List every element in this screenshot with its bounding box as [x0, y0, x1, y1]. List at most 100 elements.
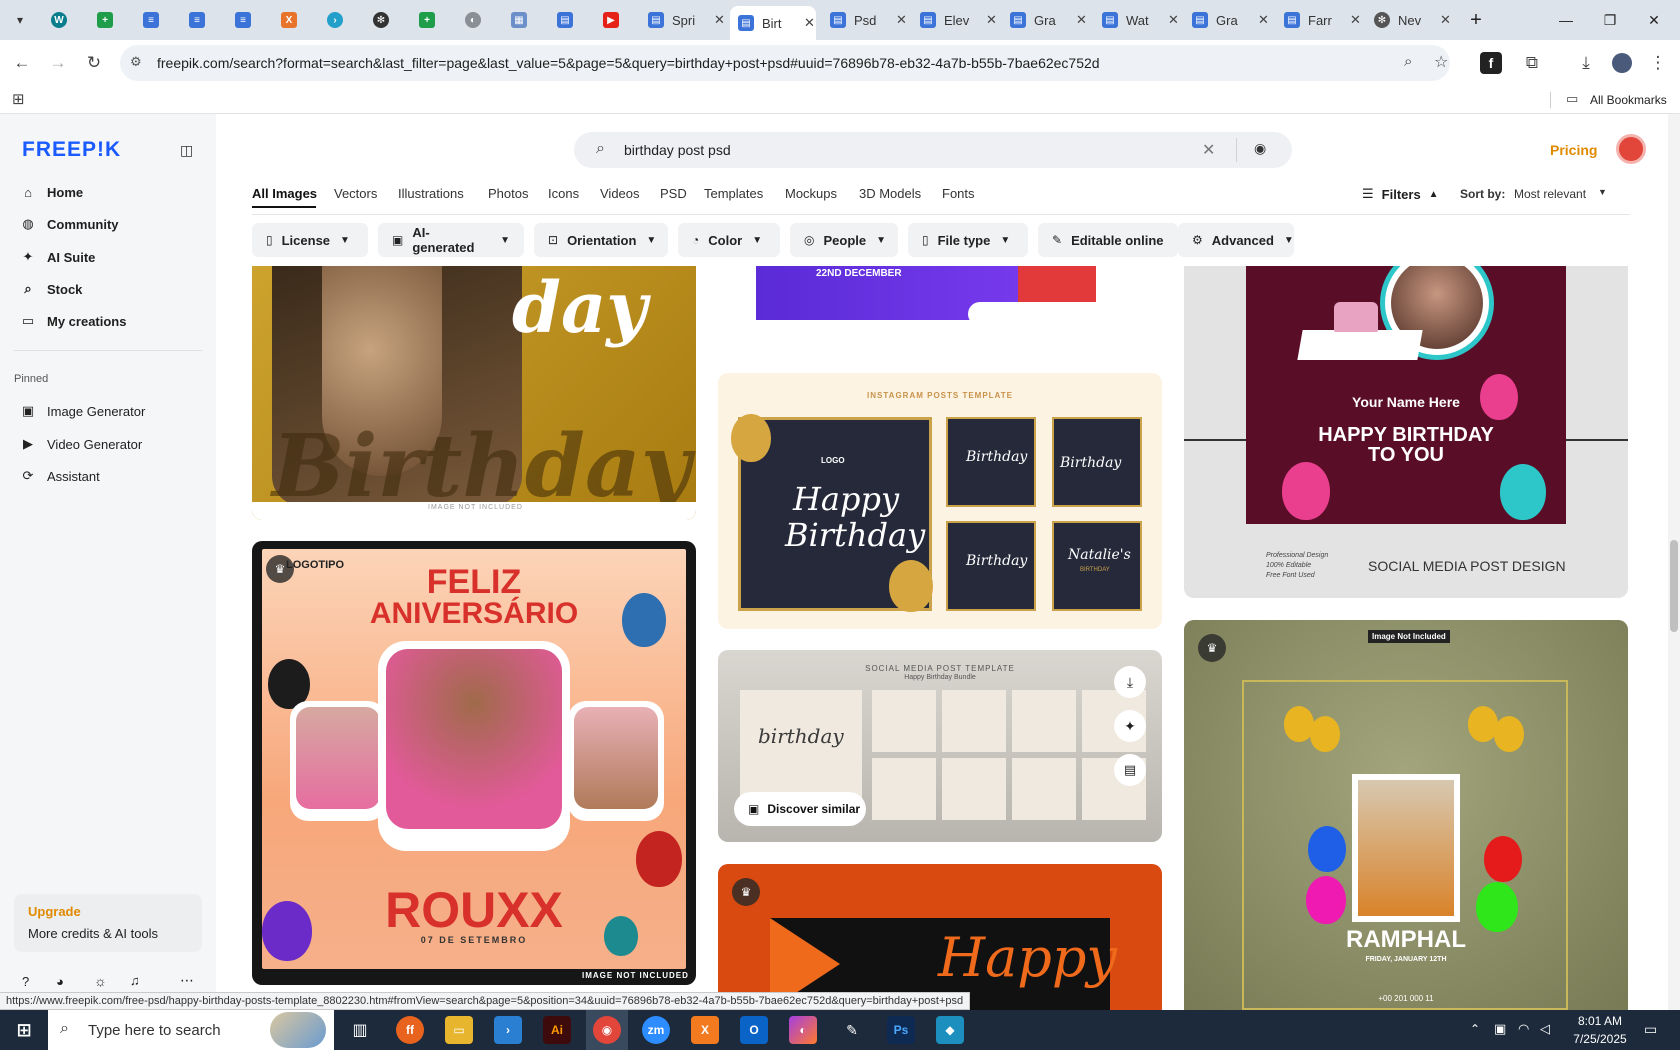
- pinned-tab[interactable]: ▤: [548, 8, 582, 32]
- close-icon[interactable]: ✕: [1350, 12, 1361, 28]
- site-info-icon[interactable]: ⚙: [130, 54, 142, 70]
- upgrade-card[interactable]: Upgrade More credits & AI tools: [14, 894, 202, 952]
- pinned-tab[interactable]: ✻: [364, 8, 398, 32]
- close-icon[interactable]: ✕: [1440, 12, 1451, 28]
- search-input[interactable]: birthday post psd: [624, 142, 731, 158]
- close-icon[interactable]: ✕: [1258, 12, 1269, 28]
- tab-all-images[interactable]: All Images: [252, 186, 317, 201]
- pinned-tab[interactable]: ◐: [456, 8, 490, 32]
- notification-icon[interactable]: ▭: [1644, 1021, 1657, 1038]
- tab-vectors[interactable]: Vectors: [334, 186, 377, 201]
- download-icon[interactable]: ⤓: [1114, 666, 1146, 698]
- restore-icon[interactable]: ❐: [1590, 6, 1630, 34]
- filters-toggle[interactable]: ☰ Filters ▲: [1362, 186, 1439, 202]
- extensions-puzzle-icon[interactable]: ⧉: [1518, 49, 1546, 77]
- chrome-icon[interactable]: ◉: [593, 1016, 621, 1044]
- address-bar[interactable]: ⚙ freepik.com/search?format=search&last_…: [120, 45, 1450, 81]
- scrollbar-thumb[interactable]: [1670, 540, 1678, 632]
- tab[interactable]: ▤ Wat ✕: [1094, 6, 1179, 34]
- pricing-link[interactable]: Pricing: [1550, 142, 1597, 158]
- pinned-tab[interactable]: ≡: [134, 8, 168, 32]
- profile-avatar-icon[interactable]: [1608, 49, 1636, 77]
- close-icon[interactable]: ✕: [896, 12, 907, 28]
- tab-3d-models[interactable]: 3D Models: [859, 186, 921, 201]
- zoom-app-icon[interactable]: zm: [642, 1016, 670, 1044]
- all-bookmarks-link[interactable]: All Bookmarks: [1590, 93, 1667, 107]
- discover-similar-button[interactable]: ▣ Discover similar: [734, 792, 866, 826]
- close-icon[interactable]: ✕: [804, 15, 815, 31]
- wifi-icon[interactable]: ◠: [1518, 1021, 1529, 1037]
- result-card[interactable]: Your Name Here HAPPY BIRTHDAY TO YOU Pro…: [1184, 266, 1628, 598]
- pinned-tab[interactable]: +: [88, 8, 122, 32]
- filter-orientation[interactable]: ⊡ Orientation ▼: [534, 223, 668, 257]
- camera-search-icon[interactable]: ◉: [1254, 140, 1266, 157]
- sidebar-item-image-generator[interactable]: ▣ Image Generator: [20, 397, 145, 425]
- pinned-tab[interactable]: ›: [318, 8, 352, 32]
- volume-icon[interactable]: ◁: [1540, 1021, 1550, 1037]
- tab-psd[interactable]: PSD: [660, 186, 687, 201]
- sidebar-item-video-generator[interactable]: ▶ Video Generator: [20, 430, 142, 458]
- tab[interactable]: ▤ Spri ✕: [640, 6, 725, 34]
- tab[interactable]: ▤ Gra ✕: [1184, 6, 1269, 34]
- clear-search-icon[interactable]: ✕: [1202, 140, 1215, 160]
- tab-videos[interactable]: Videos: [600, 186, 640, 201]
- sidebar-item-community[interactable]: ◍ Community: [20, 210, 118, 238]
- pinned-tab[interactable]: +: [410, 8, 444, 32]
- sidebar-item-stock[interactable]: ⌕ Stock: [20, 275, 82, 303]
- pinned-tab[interactable]: ▦: [502, 8, 536, 32]
- pinned-tab[interactable]: ≡: [180, 8, 214, 32]
- ai-edit-sparkle-icon[interactable]: ✦: [1114, 710, 1146, 742]
- sidebar-collapse-icon[interactable]: ◫: [180, 142, 193, 159]
- tab-active[interactable]: ▤ Birt ✕: [730, 6, 816, 40]
- freepik-logo[interactable]: FREEP!K: [22, 138, 121, 162]
- sidebar-item-my-creations[interactable]: ▭ My creations: [20, 307, 127, 335]
- tab-icons[interactable]: Icons: [548, 186, 579, 201]
- result-card[interactable]: ♛ Image Not Included RAMPHAL FRIDAY, JAN…: [1184, 620, 1628, 1010]
- pinned-tab[interactable]: X: [272, 8, 306, 32]
- tab[interactable]: ✻ Nev ✕: [1366, 6, 1451, 34]
- apps-grid-icon[interactable]: ⊞: [12, 90, 25, 108]
- back-arrow-icon[interactable]: ←: [8, 49, 36, 77]
- filter-license[interactable]: ▯ License ▼: [252, 223, 368, 257]
- taskbar-time[interactable]: 8:01 AM: [1568, 1014, 1632, 1028]
- bell-icon[interactable]: ♫: [130, 973, 140, 988]
- filter-ai-generated[interactable]: ▣ AI-generated ▼: [378, 223, 524, 257]
- search-bar[interactable]: ⌕ birthday post psd ✕ ◉: [574, 132, 1292, 168]
- tab[interactable]: ▤ Psd ✕: [822, 6, 907, 34]
- close-icon[interactable]: ✕: [714, 12, 725, 28]
- tab-fonts[interactable]: Fonts: [942, 186, 975, 201]
- network-icon[interactable]: ▣: [1494, 1021, 1506, 1037]
- result-card-hovered[interactable]: SOCIAL MEDIA POST TEMPLATE Happy Birthda…: [718, 650, 1162, 842]
- result-card[interactable]: day Birthday IMAGE NOT INCLUDED: [252, 266, 696, 520]
- result-card[interactable]: 22ND DECEMBER: [718, 266, 1162, 334]
- close-icon[interactable]: ✕: [986, 12, 997, 28]
- illustrator-icon[interactable]: Ai: [543, 1016, 571, 1044]
- new-tab-icon[interactable]: +: [1456, 6, 1496, 34]
- pinned-tab[interactable]: W: [42, 8, 76, 32]
- filter-editable-online[interactable]: ✎ Editable online: [1038, 223, 1178, 257]
- taskbar-search-box[interactable]: ⌕ Type here to search: [48, 1010, 334, 1050]
- filter-people[interactable]: ◎ People ▼: [790, 223, 898, 257]
- tab[interactable]: ▤ Gra ✕: [1002, 6, 1087, 34]
- app-icon[interactable]: ◆: [936, 1016, 964, 1044]
- close-icon[interactable]: ✕: [1076, 12, 1087, 28]
- pinned-tab[interactable]: ≡: [226, 8, 260, 32]
- result-card[interactable]: ♛ LOGOTIPO FELIZ ANIVERSÁRIO ROUXX 07 DE…: [252, 541, 696, 985]
- filter-advanced[interactable]: ⚙ Advanced ▼: [1178, 223, 1294, 257]
- tray-chevron-up-icon[interactable]: ⌃: [1470, 1022, 1480, 1036]
- more-dots-icon[interactable]: ⋯: [180, 972, 194, 989]
- tab-search-chevron-icon[interactable]: ▾: [8, 8, 32, 32]
- close-icon[interactable]: ✕: [1168, 12, 1179, 28]
- windows-start-icon[interactable]: ⊞: [10, 1016, 38, 1044]
- tab-mockups[interactable]: Mockups: [785, 186, 837, 201]
- url-text[interactable]: freepik.com/search?format=search&last_fi…: [157, 55, 1100, 71]
- tab[interactable]: ▤ Elev ✕: [912, 6, 997, 34]
- window-close-icon[interactable]: ✕: [1634, 6, 1674, 34]
- reload-icon[interactable]: ↻: [80, 49, 108, 77]
- minimize-icon[interactable]: —: [1546, 6, 1586, 34]
- file-explorer-icon[interactable]: ▭: [445, 1016, 473, 1044]
- paint-icon[interactable]: ◐: [789, 1016, 817, 1044]
- outlook-icon[interactable]: O: [740, 1016, 768, 1044]
- tab-photos[interactable]: Photos: [488, 186, 528, 201]
- tab[interactable]: ▤ Farr ✕: [1276, 6, 1361, 34]
